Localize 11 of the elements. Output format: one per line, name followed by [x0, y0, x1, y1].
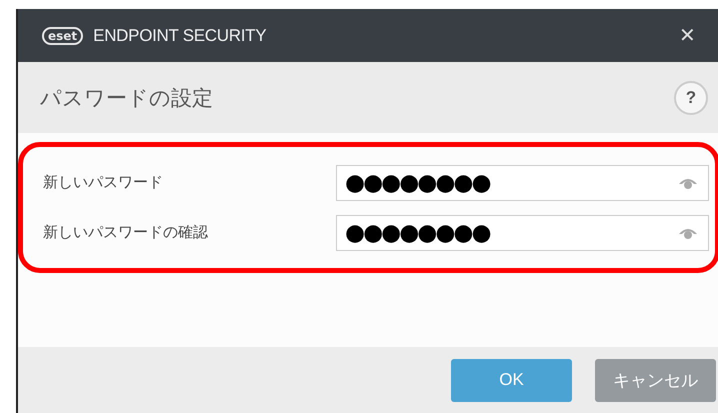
- password-field[interactable]: ●●●●●●●●: [336, 164, 709, 200]
- logo: eset: [42, 26, 84, 44]
- dialog-title: パスワードの設定: [40, 84, 213, 112]
- window-title: ENDPOINT SECURITY: [93, 26, 268, 46]
- password-field[interactable]: ●●●●●●●●: [336, 214, 709, 250]
- password-value: ●●●●●●●●: [345, 170, 490, 196]
- field-label: 新しいパスワードの確認: [43, 223, 208, 242]
- password-value: ●●●●●●●●: [345, 220, 490, 246]
- help-button[interactable]: ?: [674, 80, 708, 114]
- field-label: 新しいパスワード: [43, 173, 163, 192]
- close-button[interactable]: ✕: [679, 23, 696, 48]
